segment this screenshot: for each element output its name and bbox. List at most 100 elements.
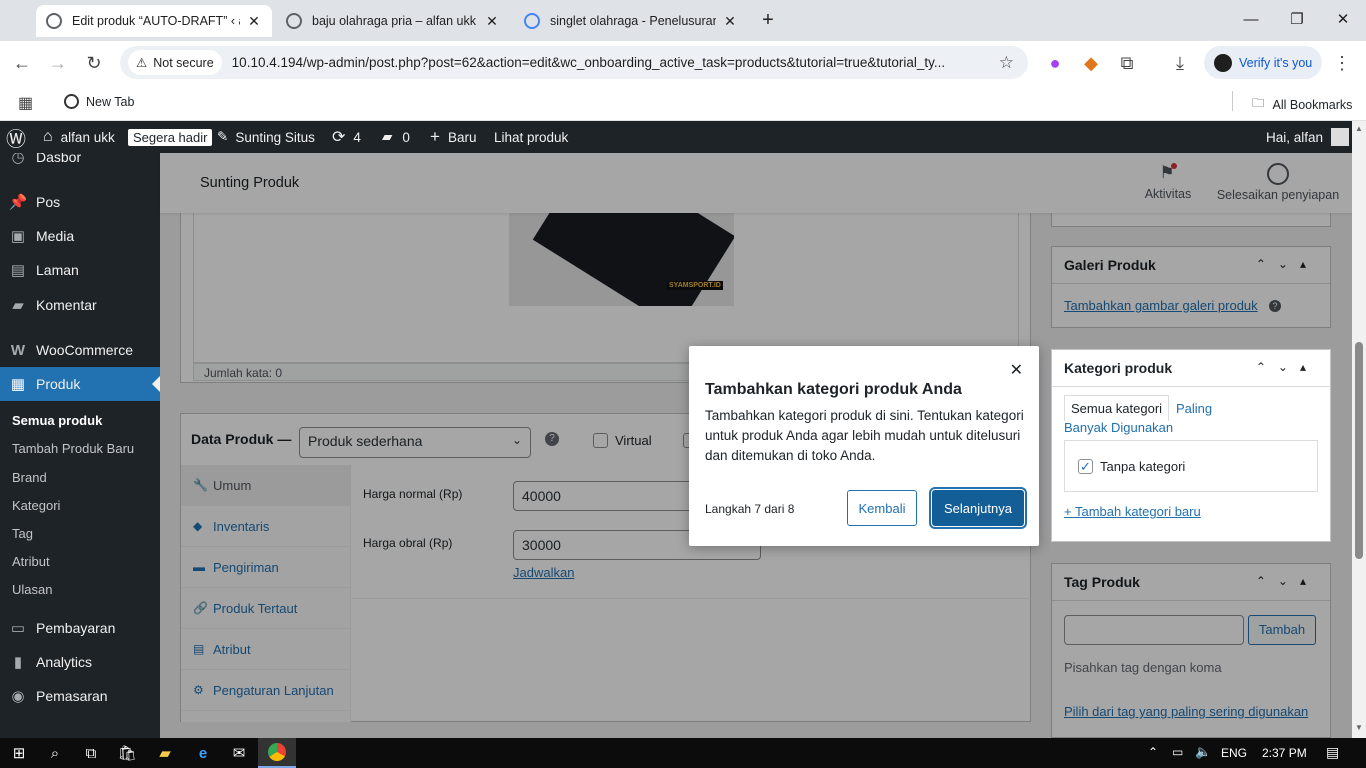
tab-title: baju olahraga pria – alfan ukk [312,14,477,28]
submenu-all-products[interactable]: Semua produk [12,413,102,428]
edge-icon[interactable]: e [184,738,222,768]
divider [1052,386,1330,387]
submenu-reviews[interactable]: Ulasan [12,582,52,597]
battery-icon[interactable]: ▭ [1172,745,1183,759]
new-label: Baru [447,129,477,145]
windows-start-icon[interactable]: ⊞ [0,738,38,768]
tab-title: singlet olahraga - Penelusuran G [550,14,716,28]
restore-button[interactable]: ❐ [1282,8,1312,32]
new-content-link[interactable]: + Baru [430,121,476,153]
new-tab-button[interactable]: + [753,8,783,32]
scroll-up-icon[interactable]: ▲ [1355,124,1363,133]
sidebar-item-label: Pemasaran [36,688,108,704]
all-bookmarks[interactable]: 🗀 All Bookmarks [1252,94,1352,115]
submenu-tag[interactable]: Tag [12,526,33,541]
account-menu[interactable]: Hai, alfan [1266,121,1350,153]
brush-icon: ✎ [217,129,229,144]
scroll-thumb[interactable] [1355,342,1363,559]
folder-icon: 🗀 [1252,96,1265,110]
browser-tab-active[interactable]: Edit produk “AUTO-DRAFT” ‹ alf ✕ [36,5,272,37]
sidebar-item-label: Laman [36,262,79,278]
tab-popular[interactable]: Paling [1176,401,1212,416]
browser-tab[interactable]: baju olahraga pria – alfan ukk ✕ [276,5,510,37]
bookmark-star-icon[interactable]: ☆ [999,53,1014,73]
tab-close-icon[interactable]: ✕ [246,13,262,30]
sidebar-item-comments[interactable]: ▰ Komentar [0,288,160,322]
extensions-puzzle-icon[interactable]: ⧉ [1115,51,1139,75]
sidebar-item-pages[interactable]: ▤ Laman [0,253,160,287]
sidebar-item-label: Pembayaran [36,620,116,636]
home-icon: ⌂ [43,128,53,145]
globe-icon [64,94,79,109]
sidebar-item-marketing[interactable]: ◉ Pemasaran [0,679,160,713]
close-icon[interactable]: ✕ [1010,360,1023,380]
google-icon [524,13,540,29]
file-explorer-icon[interactable]: ▰ [146,738,184,768]
search-icon[interactable]: ⌕ [36,738,74,768]
close-window-button[interactable]: ✕ [1328,8,1358,32]
address-bar[interactable]: ⚠ Not secure 10.10.4.194/wp-admin/post.p… [120,46,1028,79]
submenu-category[interactable]: Kategori [12,498,60,513]
submenu-attributes[interactable]: Atribut [12,554,50,569]
menu-kebab-icon[interactable]: ⋮ [1330,51,1354,75]
minimize-button[interactable]: — [1236,8,1266,32]
tab-close-icon[interactable]: ✕ [722,13,738,30]
url-text[interactable]: 10.10.4.194/wp-admin/post.php?post=62&ac… [232,55,992,70]
updates-link[interactable]: ⟳ 4 [332,121,361,153]
metamask-icon[interactable]: ◆ [1079,51,1103,75]
bookmark-new-tab[interactable]: New Tab [64,94,134,109]
sidebar-item-media[interactable]: ▣ Media [0,219,160,253]
coming-soon-badge[interactable]: Segera hadir [128,121,213,153]
sidebar-item-analytics[interactable]: ▮ Analytics [0,645,160,679]
sidebar-item-posts[interactable]: 📌 Pos [0,185,160,219]
volume-icon[interactable]: 🔈 [1195,744,1211,760]
language-indicator[interactable]: ENG [1221,746,1247,760]
download-icon[interactable]: ⤓ [1168,51,1192,75]
site-name-link[interactable]: ⌂ alfan ukk [43,121,115,153]
edit-site-link[interactable]: ✎ Sunting Situs [217,121,315,153]
task-view-icon[interactable]: ⧉ [72,738,110,768]
notification-icon[interactable]: ▤ [1326,744,1339,761]
sidebar-item-dashboard[interactable]: ◷ Dasbor [0,153,160,174]
back-button[interactable]: Kembali [847,490,917,526]
chevron-up-icon[interactable]: ⌃ [1148,745,1158,759]
page-scrollbar[interactable]: ▲ ▼ [1352,121,1366,738]
verify-chip[interactable]: Verify it's you [1204,46,1322,79]
category-list: ✓ Tanpa kategori [1064,440,1318,492]
profile-icon [1214,53,1232,72]
tour-modal: ✕ Tambahkan kategori produk Anda Tambahk… [689,346,1039,546]
category-checkbox[interactable]: ✓ [1078,459,1093,474]
next-button[interactable]: Selanjutnya [932,490,1024,526]
updates-count: 4 [353,129,361,145]
sidebar-item-products[interactable]: ▦ Produk [0,367,160,401]
bookmark-label: New Tab [86,94,135,109]
view-product-link[interactable]: Lihat produk [494,121,568,153]
chrome-icon[interactable] [258,738,296,768]
admin-sidebar: ◷ Dasbor 📌 Pos ▣ Media ▤ Laman ▰ Komentar W Wo… [0,153,160,738]
submenu-brand[interactable]: Brand [12,470,47,485]
mail-icon[interactable]: ✉ [220,738,258,768]
sidebar-item-payments[interactable]: ▭ Pembayaran [0,611,160,645]
clock[interactable]: 2:37 PM [1262,746,1307,760]
category-item-label: Tanpa kategori [1100,459,1186,474]
wordpress-logo-icon[interactable]: Ⓦ [6,121,26,153]
tab-all-categories[interactable]: Semua kategori [1064,395,1170,421]
back-button[interactable]: ← [10,51,34,75]
tab-close-icon[interactable]: ✕ [484,13,500,30]
store-icon[interactable]: 🛍 [108,738,146,768]
sidebar-item-woocommerce[interactable]: W WooCommerce [0,333,160,367]
extension-icon[interactable]: ● [1043,51,1067,75]
apps-grid-icon[interactable]: ▦ [18,93,33,113]
add-category-link[interactable]: + Tambah kategori baru [1064,504,1201,519]
browser-tab[interactable]: singlet olahraga - Penelusuran G ✕ [514,5,748,37]
scroll-down-icon[interactable]: ▼ [1355,723,1363,732]
tab-popular-cont[interactable]: Banyak Digunakan [1064,420,1173,435]
security-chip[interactable]: ⚠ Not secure [128,50,222,75]
reload-button[interactable]: ↻ [82,51,106,75]
box-controls[interactable]: ⌃⌄▴ [1256,360,1318,374]
submenu-add-product[interactable]: Tambah Produk Baru [12,441,134,456]
comments-link[interactable]: ▰ 0 [382,121,410,153]
forward-button[interactable]: → [46,51,70,75]
greeting: Hai, alfan [1266,129,1324,145]
globe-icon [46,13,62,29]
